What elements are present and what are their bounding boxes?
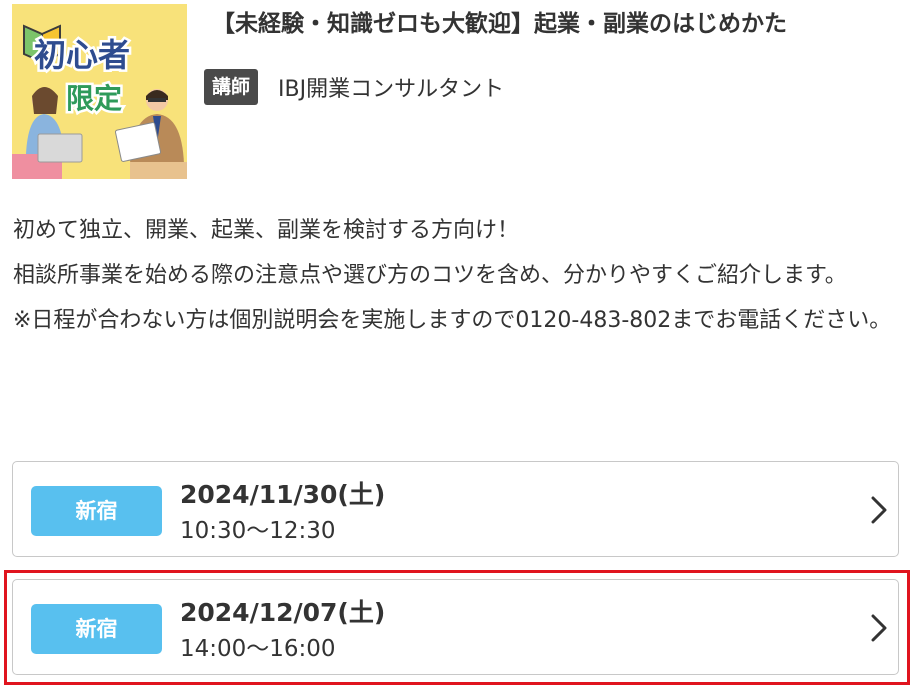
instructor-row: 講師 IBJ開業コンサルタント	[204, 68, 504, 106]
description-line: 初めて独立、開業、起業、副業を検討する方向け！	[13, 218, 520, 243]
session-time: 10:30～12:30	[180, 518, 336, 544]
chevron-right-icon	[871, 614, 887, 642]
seminar-description: 初めて独立、開業、起業、副業を検討する方向け！ 相談所事業を始める際の注意点や選…	[13, 208, 903, 343]
location-badge: 新宿	[31, 604, 162, 654]
session-card-1[interactable]: 新宿 2024/11/30(土) 10:30～12:30	[12, 461, 899, 557]
thumbnail-badge-line2: 限定	[66, 82, 122, 115]
description-line: 相談所事業を始める際の注意点や選び方のコツを含め、分かりやすくご紹介します。	[13, 263, 847, 288]
instructor-label-badge: 講師	[204, 69, 259, 105]
session-date: 2024/12/07(土)	[180, 598, 386, 627]
chevron-right-icon	[871, 496, 887, 524]
session-time: 14:00～16:00	[180, 636, 336, 662]
beginner-illustration: 初心者 限定	[12, 4, 187, 179]
instructor-name: IBJ開業コンサルタント	[278, 77, 505, 102]
session-card-2[interactable]: 新宿 2024/12/07(土) 14:00～16:00	[12, 579, 899, 675]
seminar-title: 【未経験・知識ゼロも大歓迎】起業・副業のはじめかた	[212, 11, 787, 37]
location-badge: 新宿	[31, 486, 162, 536]
seminar-thumbnail: 初心者 限定	[12, 4, 187, 179]
session-date: 2024/11/30(土)	[180, 480, 386, 509]
thumbnail-badge-line1: 初心者	[34, 36, 130, 74]
description-line: ※日程が合わない方は個別説明会を実施しますので0120-483-802までお電話…	[13, 308, 892, 333]
